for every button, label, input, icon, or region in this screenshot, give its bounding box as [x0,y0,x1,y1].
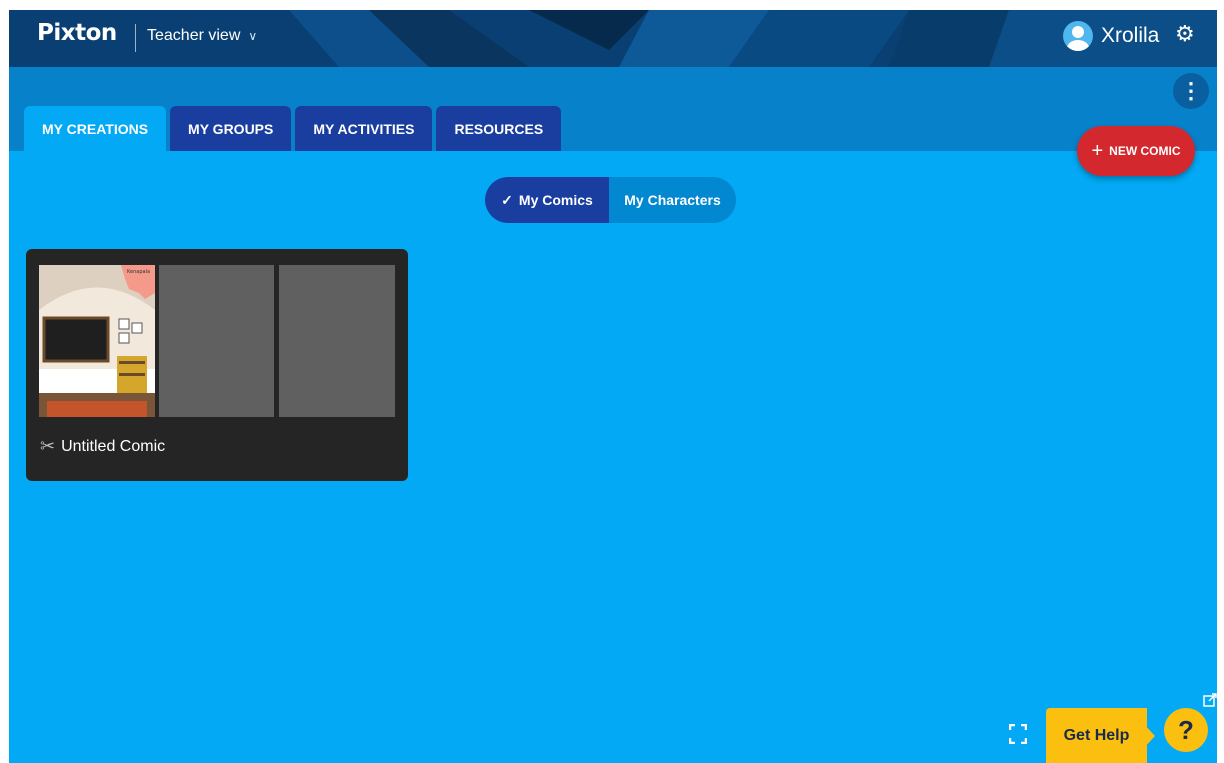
comic-panel-3 [279,265,395,417]
tab-my-groups[interactable]: MY GROUPS [170,106,292,151]
comic-panel-1: Kenapala [39,265,155,417]
get-help-button[interactable]: Get Help [1046,708,1147,763]
my-characters-toggle[interactable]: My Characters [609,177,736,223]
comic-title-row: ✂ Untitled Comic [40,436,165,457]
comic-card[interactable]: Kenapala ✂ Untitled Comic [26,249,408,481]
more-options-icon[interactable]: ⋮ [1173,73,1209,109]
view-selector[interactable]: Teacher view ∨ [147,27,257,45]
tab-my-creations[interactable]: MY CREATIONS [24,106,167,151]
plus-icon: + [1091,140,1104,162]
user-avatar-icon [1063,21,1093,51]
new-comic-button[interactable]: + NEW COMIC [1077,126,1195,176]
comic-title: Untitled Comic [61,437,166,455]
main-tabs: MY CREATIONS MY GROUPS MY ACTIVITIES RES… [24,106,562,151]
help-question-icon[interactable]: ? [1164,708,1208,752]
app-root: Pixton Teacher view ∨ Xrolila ⚙ ⋮ MY CRE… [9,10,1217,763]
fullscreen-icon[interactable] [1009,724,1027,744]
edit-tools-icon: ✂ [40,436,56,456]
top-header: Pixton Teacher view ∨ Xrolila ⚙ [9,10,1217,67]
view-selector-label: Teacher view [147,27,241,44]
creations-toggle: ✓ My Comics My Characters [485,177,736,223]
classroom-scene-image: Kenapala [39,265,155,417]
new-comic-label: NEW COMIC [1109,144,1181,158]
speech-bubble-text: Kenapala [127,269,150,275]
help-pointer [1143,723,1155,749]
header-divider [135,24,136,52]
comic-panel-2 [159,265,274,417]
check-icon: ✓ [501,191,513,208]
pixton-logo[interactable]: Pixton [37,20,117,46]
tab-resources[interactable]: RESOURCES [436,106,562,151]
chevron-down-icon: ∨ [248,29,258,43]
my-comics-label: My Comics [518,192,593,208]
my-comics-toggle[interactable]: ✓ My Comics [485,177,609,223]
gear-icon[interactable]: ⚙ [1175,21,1195,47]
user-menu[interactable]: Xrolila [1063,21,1159,51]
username: Xrolila [1101,24,1160,47]
external-link-icon[interactable] [1203,693,1217,707]
tab-my-activities[interactable]: MY ACTIVITIES [295,106,433,151]
